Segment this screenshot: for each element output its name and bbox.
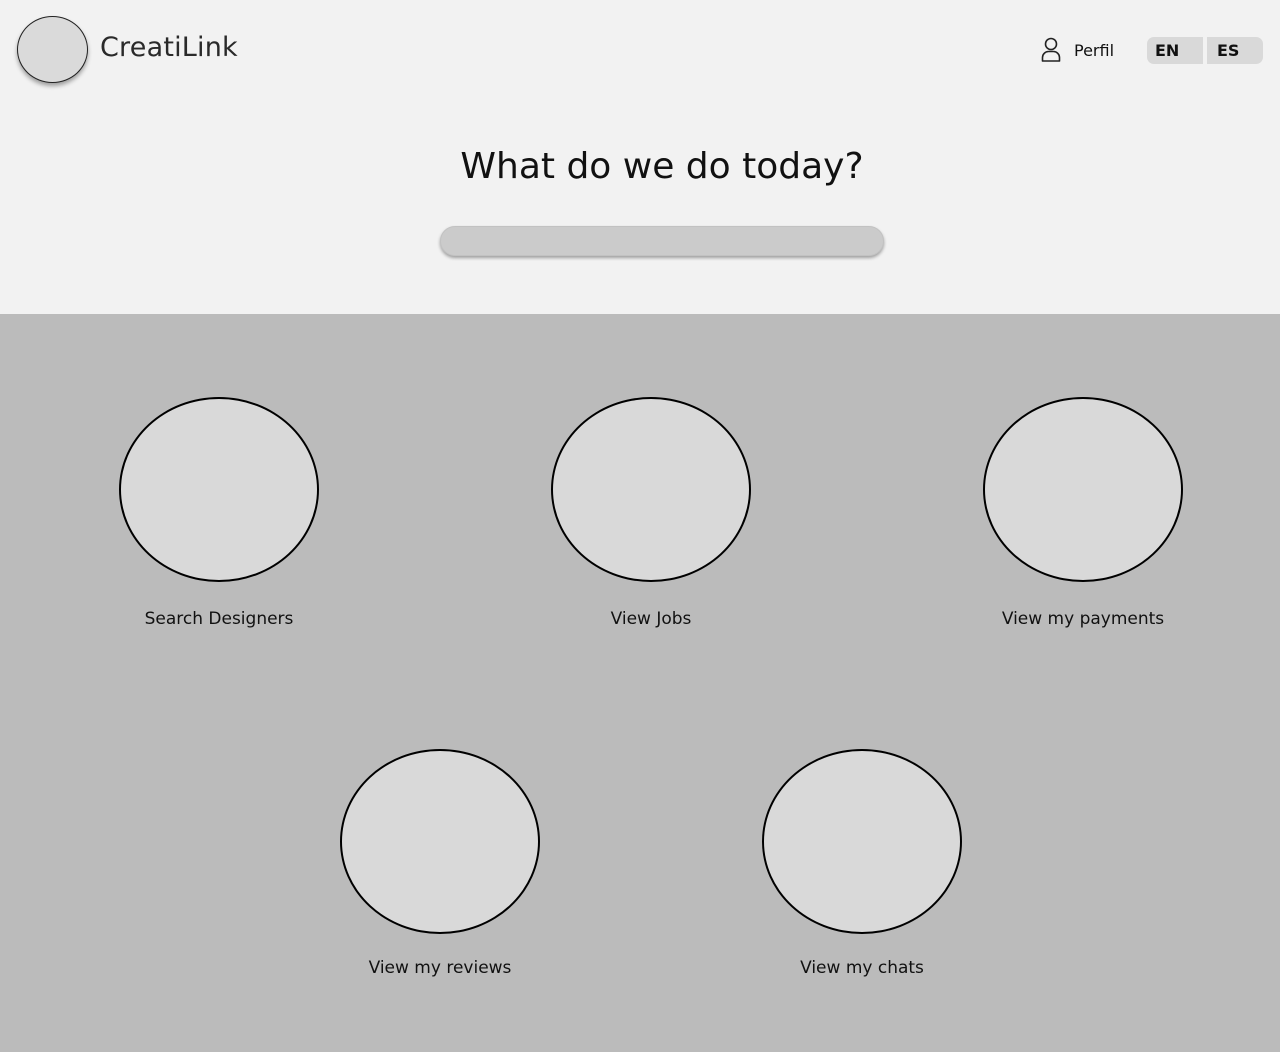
view-reviews-icon[interactable] <box>340 749 540 934</box>
top-section: CreatiLink Perfil EN ES What do we do to… <box>0 0 1280 314</box>
brand-name: CreatiLink <box>100 32 238 63</box>
actions-grid: Search Designers View Jobs View my payme… <box>0 314 1280 1052</box>
user-icon <box>1040 37 1062 63</box>
logo-icon[interactable] <box>17 16 88 83</box>
tile-label[interactable]: View my payments <box>963 609 1203 629</box>
lang-es-button[interactable]: ES <box>1207 37 1263 64</box>
view-jobs-icon[interactable] <box>551 397 751 582</box>
tile-label[interactable]: View Jobs <box>531 609 771 629</box>
view-payments-icon[interactable] <box>983 397 1183 582</box>
search-designers-icon[interactable] <box>119 397 319 582</box>
tile-label[interactable]: View my reviews <box>320 958 560 978</box>
profile-label: Perfil <box>1074 40 1115 60</box>
search-input[interactable] <box>441 227 883 255</box>
page-title: What do we do today? <box>460 146 864 187</box>
view-chats-icon[interactable] <box>762 749 962 934</box>
profile-link[interactable]: Perfil <box>1040 36 1114 64</box>
page: CreatiLink Perfil EN ES What do we do to… <box>0 0 1280 1052</box>
tile-label[interactable]: View my chats <box>742 958 982 978</box>
search-bar[interactable] <box>440 226 884 256</box>
language-switcher: EN ES <box>1147 37 1263 64</box>
tile-label[interactable]: Search Designers <box>99 609 339 629</box>
lang-en-button[interactable]: EN <box>1147 37 1203 64</box>
